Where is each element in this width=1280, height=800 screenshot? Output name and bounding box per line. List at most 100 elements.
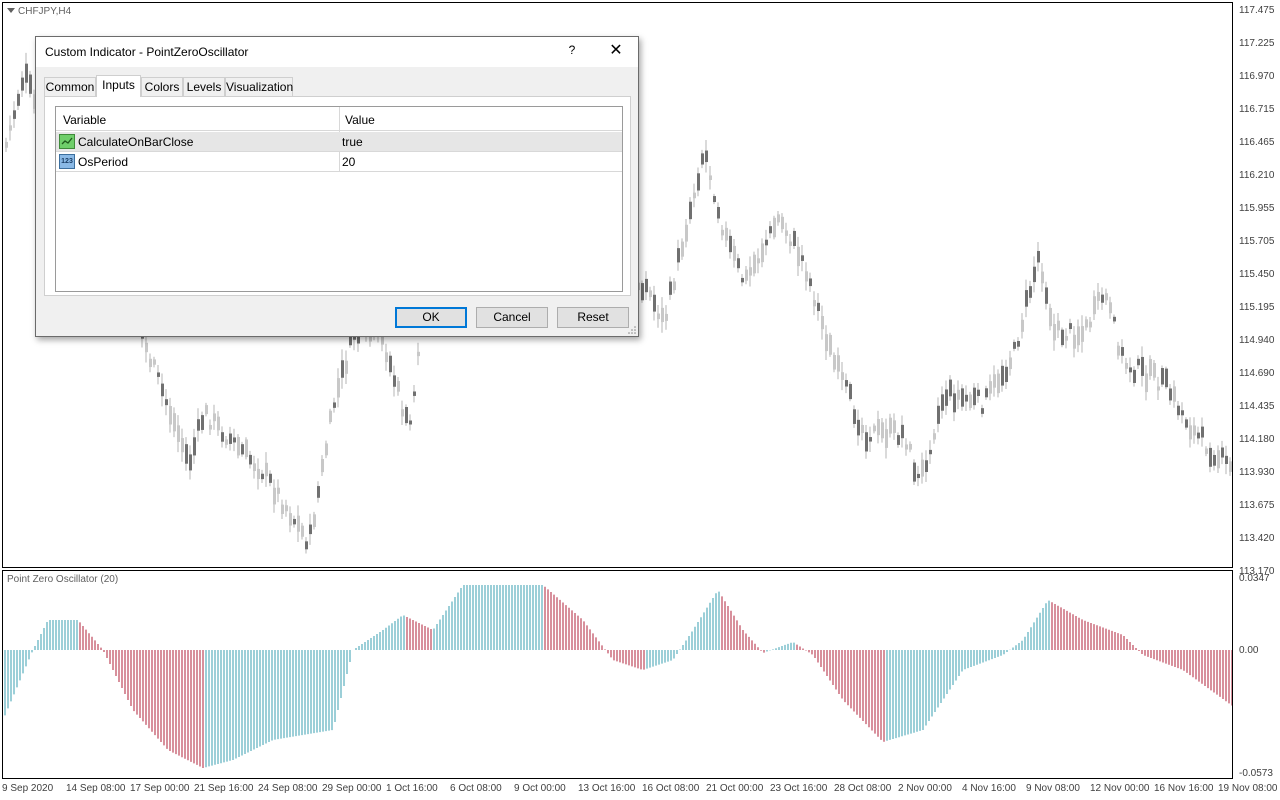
candle-body [1081,326,1084,342]
price-tick-label: 116.465 [1239,137,1275,148]
candle-body [661,307,664,323]
oscillator-window[interactable]: Point Zero Oscillator (20) [2,570,1233,779]
row-value[interactable]: true [342,135,363,149]
int-param-icon: 123 [59,154,75,169]
candle-body [341,360,344,378]
tab-inputs[interactable]: Inputs [96,75,141,97]
tab-colors[interactable]: Colors [141,77,183,96]
candle-body [1153,363,1156,378]
table-row[interactable]: 123 OsPeriod 20 [56,152,622,172]
candle-body [21,77,24,91]
candle-body [309,524,312,535]
candle-body [937,405,940,424]
resize-grip-icon[interactable] [628,326,636,334]
candle-body [705,150,708,163]
tab-visualization[interactable]: Visualization [225,77,293,96]
price-tick-label: 114.690 [1239,368,1275,379]
column-value[interactable]: Value [345,113,375,127]
candle-body [1165,368,1168,388]
oscillator-histogram [4,585,1232,768]
candle-body [805,271,808,282]
price-tick-label: 114.940 [1239,335,1275,346]
candle-body [1117,345,1120,356]
candle-body [741,277,744,283]
reset-button[interactable]: Reset [557,307,629,328]
candle-body [1141,356,1144,376]
candle-body [1145,373,1148,393]
price-tick-label: 116.970 [1239,71,1275,82]
price-axis: 117.475 117.225 116.970 116.715 116.465 116.2… [1236,0,1280,577]
candle-body [25,63,28,83]
candle-body [1021,319,1024,332]
candle-body [693,192,696,199]
candle-body [17,93,20,106]
time-tick-label: 2 Nov 00:00 [898,783,952,794]
candle-body [229,433,232,444]
candle-body [733,245,736,261]
candle-body [685,224,688,242]
candle-body [1181,410,1184,416]
candle-body [789,241,792,246]
time-tick-label: 6 Oct 08:00 [450,783,502,794]
candle-body [793,230,796,246]
tab-levels[interactable]: Levels [183,77,225,96]
candle-body [957,389,960,400]
column-variable[interactable]: Variable [63,113,106,127]
tab-common[interactable]: Common [44,77,96,96]
candle-body [969,394,972,408]
candle-body [765,239,768,246]
candle-body [165,399,168,406]
candle-body [1077,326,1080,346]
candle-body [977,389,980,397]
candle-body [257,468,260,480]
ok-button[interactable]: OK [395,307,467,328]
candle-body [1097,291,1100,301]
candle-body [269,473,272,483]
inputs-table[interactable]: Variable Value CalculateOnBarClose true … [55,106,623,292]
candle-body [677,248,680,263]
candle-body [1093,296,1096,315]
candle-body [709,175,712,180]
price-tick-label: 116.715 [1239,104,1275,115]
candle-body [1041,271,1044,284]
help-button[interactable]: ? [564,43,580,59]
close-button[interactable]: ✕ [602,41,630,61]
candle-body [333,402,336,408]
candle-body [297,515,300,532]
price-tick-label: 115.450 [1239,269,1275,280]
candle-body [1189,425,1192,440]
candle-body [161,383,164,397]
candle-body [949,379,952,397]
candle-body [809,278,812,287]
candle-body [245,439,248,458]
candle-body [873,425,876,432]
candle-body [781,216,784,230]
candle-body [1193,425,1196,436]
dialog-title: Custom Indicator - PointZeroOscillator [45,45,249,59]
row-value[interactable]: 20 [342,155,355,169]
oscillator-tick-label: 0.00 [1239,645,1259,656]
candle-body [725,227,728,241]
candle-body [885,429,888,448]
candle-body [305,541,308,550]
candle-body [209,424,212,430]
candle-body [713,196,716,203]
candle-body [321,459,324,473]
indicator-properties-dialog[interactable]: Custom Indicator - PointZeroOscillator ?… [35,36,639,337]
candle-body [973,387,976,406]
candle-body [1185,419,1188,428]
candle-body [197,419,200,431]
dialog-titlebar[interactable]: Custom Indicator - PointZeroOscillator ?… [36,37,638,67]
price-tick-label: 117.475 [1239,5,1275,16]
candle-body [1177,405,1180,416]
candle-body [697,173,700,191]
time-tick-label: 16 Nov 16:00 [1154,783,1214,794]
candle-body [9,125,12,131]
time-tick-label: 23 Oct 16:00 [770,783,828,794]
candle-body [1225,455,1228,465]
cancel-button[interactable]: Cancel [476,307,548,328]
table-row[interactable]: CalculateOnBarClose true [56,132,622,152]
candle-body [953,393,956,413]
candle-body [745,269,748,281]
collapse-triangle-icon[interactable] [7,8,15,13]
